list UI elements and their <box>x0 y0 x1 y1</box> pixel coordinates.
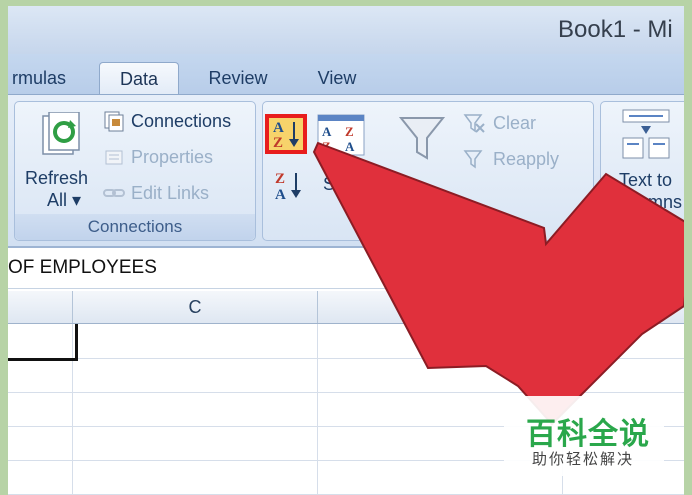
excel-window: Book1 - Mi rmulas Data Review View Refre… <box>8 6 684 495</box>
watermark-title: 百科全说 <box>526 418 650 451</box>
watermark-subtitle: 助你轻松解决 <box>532 451 635 468</box>
